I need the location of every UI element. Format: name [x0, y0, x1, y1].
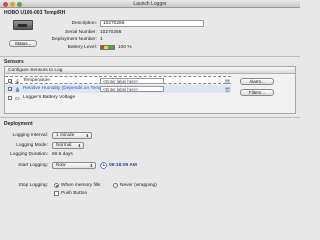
device-title: HOBO U100-003 Temp/RH: [4, 10, 66, 16]
start-logging-value: Now: [56, 163, 66, 168]
sensor-label-field[interactable]: <Enter label here>: [100, 78, 164, 84]
logging-interval-select[interactable]: 1 minute ⬍: [52, 132, 92, 139]
chevron-updown-icon: ⬍: [85, 133, 89, 138]
divider: [0, 117, 300, 118]
logging-duration-label: Logging Duration:: [10, 152, 48, 157]
window-title: Launch Logger: [133, 1, 167, 7]
sensor-checkbox[interactable]: ✓: [8, 87, 12, 92]
humidity-drop-icon: [15, 86, 20, 92]
filters-button-label: Filters...: [248, 90, 265, 95]
start-time: 09:18:09 AM: [109, 163, 137, 168]
sensor-label-field[interactable]: <Enter label here>: [100, 86, 164, 92]
battery-icon: [15, 96, 20, 100]
push-button-label: Push Button: [61, 191, 88, 196]
chevron-updown-icon: ⬍: [89, 163, 93, 168]
deployment-section-title: Deployment: [4, 121, 33, 127]
deployment-value: 1: [100, 37, 103, 42]
logging-duration-value: 60.5 days: [52, 152, 73, 157]
title-bar: Launch Logger: [0, 0, 300, 8]
stop-logging-label: Stop Logging:: [18, 183, 48, 188]
divider: [0, 56, 300, 57]
sensors-panel-title: Configure Sensors to Log: [5, 67, 295, 74]
sensors-section-title: Sensors: [4, 59, 24, 65]
battery-level-gauge: [100, 45, 115, 50]
thermometer-icon: [16, 78, 19, 84]
battery-label: Battery Level:: [67, 45, 97, 50]
start-logging-select[interactable]: Now ⬍: [52, 162, 96, 169]
logging-interval-label: Logging Interval:: [12, 133, 48, 138]
logging-mode-value: Normal: [56, 143, 72, 148]
start-logging-label: Start Logging:: [18, 163, 48, 168]
deployment-label: Deployment Number:: [51, 37, 97, 42]
stop-when-memory-fills-radio[interactable]: [54, 183, 59, 188]
sensor-name: Temperature: [23, 78, 50, 83]
push-button-checkbox[interactable]: [54, 191, 59, 196]
serial-value: 10270266: [100, 30, 122, 35]
serial-label: Serial Number:: [65, 30, 97, 35]
logging-mode-select[interactable]: Normal ⬍: [52, 142, 84, 149]
chevron-updown-icon: ⬍: [77, 143, 81, 148]
stop-option-label: When memory fills: [61, 183, 101, 188]
clock-icon: [100, 162, 107, 169]
sensor-checkbox[interactable]: ✓: [8, 79, 12, 84]
filters-button[interactable]: Filters...: [240, 89, 274, 96]
description-label: Description:: [71, 21, 97, 26]
alarm-button-label: Alarm...: [249, 79, 265, 84]
sensor-row-temperature[interactable]: ✓ Temperature <Enter label here>: [5, 76, 231, 84]
alarm-button[interactable]: Alarm...: [240, 78, 274, 85]
trash-icon[interactable]: [225, 79, 230, 84]
description-field[interactable]: 10270266: [100, 20, 204, 27]
sensor-row-humidity[interactable]: ✓ Relative Humidity (Depends on Temp Cha…: [5, 85, 231, 93]
logging-mode-label: Logging Mode:: [16, 143, 48, 148]
battery-value: 100 %: [118, 45, 132, 50]
stop-never-wrapping-radio[interactable]: [113, 183, 118, 188]
trash-icon[interactable]: [225, 87, 230, 92]
sensor-name: Logger's Battery Voltage: [23, 95, 76, 100]
logger-device-icon: [13, 20, 33, 30]
sensor-checkbox[interactable]: [8, 96, 12, 100]
sensor-row-battery-voltage[interactable]: Logger's Battery Voltage: [5, 94, 231, 102]
logging-interval-value: 1 minute: [56, 133, 75, 138]
stop-option-label: Never (wrapping): [120, 183, 157, 188]
